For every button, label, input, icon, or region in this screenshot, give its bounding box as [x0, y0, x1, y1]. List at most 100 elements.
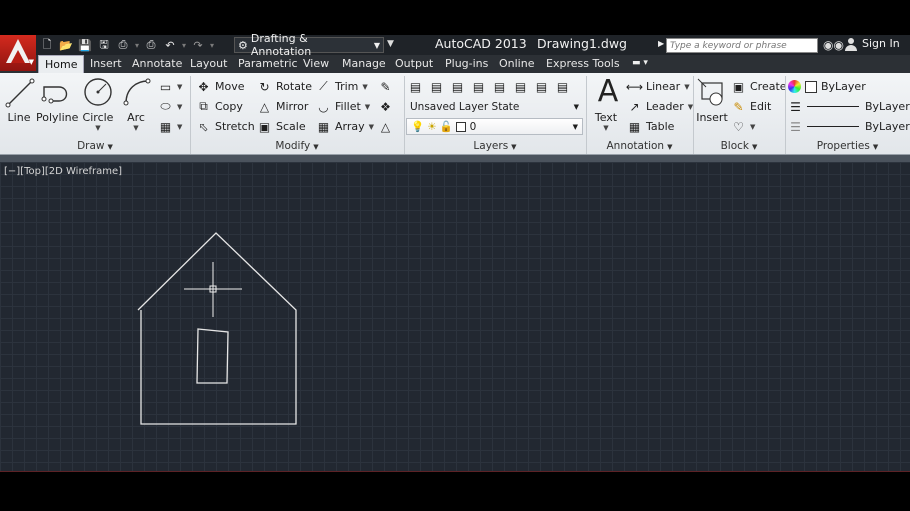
quick-access-toolbar: 🗋 📂 💾 🖫 ⎙ ▾ ⎙ ↶ ▾ ↷ ▾ — [40, 37, 214, 53]
explode-button[interactable]: ❖ — [378, 98, 393, 115]
save-as-icon[interactable]: 🖫 — [97, 38, 111, 52]
move-button[interactable]: ✥ Move — [196, 78, 244, 95]
erase-button[interactable]: ✎ — [378, 78, 393, 95]
copy-button[interactable]: ⧉ Copy — [196, 98, 243, 115]
tab-parametric[interactable]: Parametric — [232, 56, 304, 73]
text-tool-button[interactable]: A Text ▼ — [591, 75, 621, 133]
tab-home[interactable]: Home — [38, 55, 85, 73]
line-tool-button[interactable]: Line — [4, 75, 35, 124]
scale-icon: ▣ — [258, 119, 271, 134]
tab-plug-ins[interactable]: Plug-ins — [439, 56, 494, 73]
leader-button[interactable]: ↗ Leader ▼ — [627, 98, 693, 115]
rectangle-icon: ▭ — [159, 79, 172, 94]
leader-icon: ↗ — [629, 99, 640, 114]
edit-block-button[interactable]: ✎ Edit — [731, 98, 771, 115]
fillet-button[interactable]: ◡ Fillet ▼ — [316, 98, 370, 115]
new-file-icon[interactable]: 🗋 — [40, 38, 54, 52]
undo-dropdown-icon[interactable]: ▾ — [182, 41, 186, 50]
array-icon: ▦ — [317, 119, 330, 134]
stretch-icon: ⬁ — [198, 119, 209, 134]
layer-match-icon[interactable]: ▤ — [429, 79, 444, 94]
workspace-dropdown[interactable]: ⚙ Drafting & Annotation ▼ — [234, 32, 384, 58]
ellipse-tool-button[interactable]: ⬭ ▼ — [158, 98, 182, 115]
chevron-down-icon: ▼ — [177, 102, 183, 111]
open-folder-icon[interactable]: 📂 — [59, 38, 73, 52]
block-panel-title[interactable]: Block ▼ — [693, 139, 785, 154]
offset-button[interactable]: △ — [378, 118, 393, 135]
tab-layout[interactable]: Layout — [184, 56, 233, 73]
layer-off-icon[interactable]: ▤ — [534, 79, 549, 94]
layer-lock-icon[interactable]: ▤ — [555, 79, 570, 94]
tab-manage[interactable]: Manage — [336, 56, 392, 73]
search-input[interactable] — [666, 38, 818, 53]
create-block-button[interactable]: ▣ Create — [731, 78, 787, 95]
crosshair-cursor — [184, 262, 242, 317]
scale-button[interactable]: ▣ Scale — [257, 118, 306, 135]
properties-panel-title[interactable]: Properties ▼ — [785, 139, 910, 154]
rectangle-tool-button[interactable]: ▭ ▼ — [158, 78, 183, 95]
print-icon[interactable]: ⎙ — [144, 38, 158, 52]
ribbon-minimize-icon[interactable]: ▬ ▾ — [632, 58, 648, 68]
chevron-down-icon: ▼ — [511, 143, 517, 151]
array-label: Array — [335, 120, 365, 133]
lineweight-dropdown[interactable]: ☰ ByLayer — [788, 98, 910, 115]
stretch-button[interactable]: ⬁ Stretch — [196, 118, 254, 135]
autocad-logo-inner-icon — [11, 50, 25, 63]
array-button[interactable]: ▦ Array ▼ — [316, 118, 374, 135]
chevron-down-icon[interactable]: ▼ — [80, 124, 116, 132]
polyline-label: Polyline — [36, 111, 79, 124]
house-outline[interactable] — [137, 232, 297, 425]
draw-panel-title[interactable]: Draw ▼ — [0, 139, 190, 154]
application-menu-button[interactable]: ▼ — [0, 35, 36, 71]
mirror-button[interactable]: △ Mirror — [257, 98, 309, 115]
save-icon[interactable]: 💾 — [78, 38, 92, 52]
sign-in-button[interactable]: Sign In — [862, 37, 900, 50]
chevron-down-icon[interactable]: ▼ — [120, 124, 152, 132]
tab-annotate[interactable]: Annotate — [126, 56, 188, 73]
layer-properties-icon[interactable]: ▤ — [408, 79, 423, 94]
redo-icon[interactable]: ↷ — [191, 38, 205, 52]
search-expand-icon[interactable]: ▶ — [658, 39, 664, 48]
layer-previous-icon[interactable]: ▤ — [450, 79, 465, 94]
rotate-button[interactable]: ↻ Rotate — [257, 78, 312, 95]
modify-panel-title[interactable]: Modify ▼ — [190, 139, 404, 154]
attribute-button[interactable]: ♡ ▼ — [731, 118, 755, 135]
drawing-geometry[interactable] — [0, 162, 910, 472]
linear-dimension-button[interactable]: ⟷ Linear ▼ — [626, 78, 690, 95]
color-dropdown[interactable]: ByLayer — [788, 78, 866, 95]
binoculars-icon[interactable]: ◉◉ — [823, 38, 844, 52]
rotate-label: Rotate — [276, 80, 313, 93]
table-button[interactable]: ▦ Table — [627, 118, 675, 135]
rotate-icon: ↻ — [259, 79, 270, 94]
tab-insert[interactable]: Insert — [84, 56, 128, 73]
layer-state-dropdown[interactable]: Unsaved Layer State ▼ — [406, 98, 583, 115]
layer-unisolate-icon[interactable]: ▤ — [492, 79, 507, 94]
layer-freeze-icon[interactable]: ▤ — [513, 79, 528, 94]
arc-tool-button[interactable]: Arc ▼ — [120, 75, 152, 132]
insert-block-button[interactable]: Insert — [696, 75, 728, 124]
layer-dropdown[interactable]: 💡 ☀ 🔓 0 ▼ — [406, 118, 583, 135]
undo-icon[interactable]: ↶ — [163, 38, 177, 52]
layers-panel-title[interactable]: Layers ▼ — [404, 139, 586, 154]
polyline-tool-button[interactable]: Polyline — [36, 75, 79, 124]
door-rectangle[interactable] — [196, 328, 229, 384]
tab-online[interactable]: Online — [493, 56, 540, 73]
dropdown-caret-icon[interactable]: ▾ — [135, 41, 139, 50]
tab-output[interactable]: Output — [389, 56, 439, 73]
color-wheel-icon — [788, 80, 801, 93]
user-icon[interactable] — [845, 38, 857, 52]
redo-dropdown-icon[interactable]: ▾ — [210, 41, 214, 50]
tab-view[interactable]: View — [297, 56, 335, 73]
tab-express-tools[interactable]: Express Tools — [540, 56, 626, 73]
copy-label: Copy — [215, 100, 243, 113]
annotation-panel-title[interactable]: Annotation ▼ — [586, 139, 693, 154]
hatch-tool-button[interactable]: ▦ ▼ — [158, 118, 183, 135]
ribbon-tab-bar: Home Insert Annotate Layout Parametric V… — [0, 55, 910, 73]
customize-qat-icon[interactable]: ▼ — [387, 39, 394, 49]
trim-button[interactable]: ⟋ Trim ▼ — [316, 78, 368, 95]
linetype-dropdown[interactable]: ☰ ByLayer — [788, 118, 910, 135]
circle-tool-button[interactable]: Circle ▼ — [80, 75, 116, 132]
chevron-down-icon[interactable]: ▼ — [591, 124, 621, 132]
layer-isolate-icon[interactable]: ▤ — [471, 79, 486, 94]
plot-icon[interactable]: ⎙ — [116, 38, 130, 52]
